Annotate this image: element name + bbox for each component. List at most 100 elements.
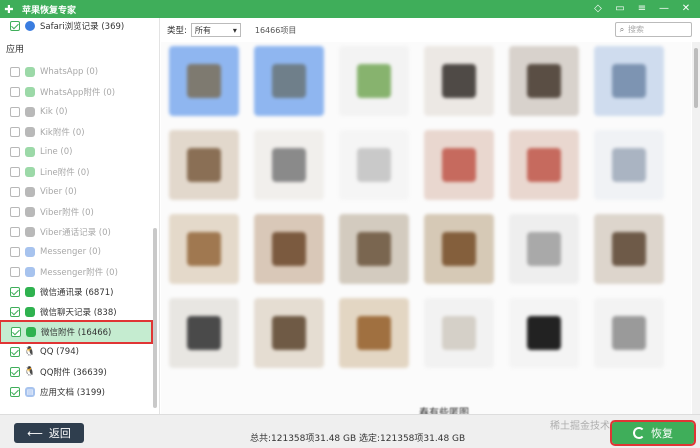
sidebar-item-label: 微信附件 (16466) <box>41 328 112 338</box>
thumbnail-image[interactable] <box>594 214 664 284</box>
sidebar-item-label: QQ (794) <box>40 347 79 357</box>
sidebar-item[interactable]: 微信附件 (16466) <box>0 320 153 344</box>
close-icon[interactable]: ✕ <box>680 0 692 18</box>
thumbnail-image[interactable] <box>424 46 494 116</box>
sidebar-item-label: Kik (0) <box>40 107 68 117</box>
checkbox[interactable] <box>11 327 21 337</box>
sidebar-item[interactable]: Line (0) <box>0 142 152 162</box>
sidebar-item[interactable]: Viber附件 (0) <box>0 202 152 222</box>
sidebar-item-label: 应用文档 (3199) <box>40 388 105 398</box>
sidebar-item[interactable]: 微信聊天记录 (838) <box>0 302 152 322</box>
feedback-icon[interactable]: ▭ <box>614 0 626 18</box>
checkbox[interactable] <box>10 247 20 257</box>
thumbnail-image[interactable] <box>594 298 664 368</box>
thumbnail-image[interactable] <box>594 46 664 116</box>
kik-icon <box>25 107 35 117</box>
sidebar-item[interactable]: WhatsApp (0) <box>0 62 152 82</box>
thumbnail-image[interactable] <box>254 298 324 368</box>
checkbox[interactable] <box>10 287 20 297</box>
wechat-icon <box>25 287 35 297</box>
footer-bar: ⟵ 返回 总共:121358项31.48 GB 选定:121358项31.48 … <box>0 414 700 448</box>
sidebar-item-label: Line附件 (0) <box>40 168 90 178</box>
checkbox[interactable] <box>10 67 20 77</box>
checkbox[interactable] <box>10 167 20 177</box>
sidebar-item[interactable]: Messenger (0) <box>0 242 152 262</box>
sidebar-item[interactable]: Kik (0) <box>0 102 152 122</box>
sidebar-item[interactable]: Viber通话记录 (0) <box>0 222 152 242</box>
thumbnail-image[interactable] <box>594 130 664 200</box>
checkbox[interactable] <box>10 307 20 317</box>
checkbox[interactable] <box>10 367 20 377</box>
back-button[interactable]: ⟵ 返回 <box>14 423 84 443</box>
sidebar-item[interactable]: Kik附件 (0) <box>0 122 152 142</box>
checkbox[interactable] <box>10 207 20 217</box>
qq-icon: 🐧 <box>24 347 36 357</box>
thumbnail-image[interactable] <box>254 214 324 284</box>
section-label-apps: 应用 <box>6 45 25 55</box>
messenger-icon <box>25 247 35 257</box>
thumbnail-image[interactable] <box>254 130 324 200</box>
minimize-icon[interactable]: — <box>658 0 670 18</box>
sidebar-item-label: Line (0) <box>40 147 73 157</box>
sidebar-item-label: Viber (0) <box>40 187 77 197</box>
checkbox[interactable] <box>10 21 20 31</box>
recover-button[interactable]: 恢复 <box>610 420 696 446</box>
checkbox[interactable] <box>10 187 20 197</box>
thumbnail-image[interactable] <box>169 130 239 200</box>
thumbnail-image[interactable] <box>509 130 579 200</box>
diamond-icon[interactable]: ◇ <box>592 0 604 18</box>
main-panel: 类型: 所有 ▾ 16466项目 ⌕ 搜索 春有些匿图 <box>161 18 700 419</box>
checkbox[interactable] <box>10 267 20 277</box>
checkbox[interactable] <box>10 347 20 357</box>
menu-icon[interactable]: ≡ <box>636 0 648 18</box>
window-controls: ◇ ▭ ≡ — ✕ <box>592 0 700 18</box>
filter-toolbar: 类型: 所有 ▾ 16466项目 ⌕ 搜索 <box>161 18 700 42</box>
sidebar-item[interactable]: Line附件 (0) <box>0 162 152 182</box>
checkbox[interactable] <box>10 387 20 397</box>
checkbox[interactable] <box>10 227 20 237</box>
sidebar-scrollbar[interactable] <box>153 228 157 408</box>
sidebar-item-safari-history[interactable]: Safari浏览记录 (369) <box>0 16 152 36</box>
thumbnail-image[interactable] <box>509 298 579 368</box>
checkbox[interactable] <box>10 87 20 97</box>
item-count: 16466项目 <box>254 25 297 35</box>
thumbnail-image[interactable] <box>339 46 409 116</box>
selection-summary: 总共:121358项31.48 GB 选定:121358项31.48 GB <box>250 434 466 444</box>
messenger-icon <box>25 267 35 277</box>
sidebar-item[interactable]: 微信通讯录 (6871) <box>0 282 152 302</box>
thumbnail-image[interactable] <box>339 130 409 200</box>
type-select[interactable]: 所有 ▾ <box>190 23 241 37</box>
sidebar-item-label: Viber附件 (0) <box>40 208 94 218</box>
checkbox[interactable] <box>10 127 20 137</box>
sidebar-item-label: Messenger (0) <box>40 247 101 257</box>
type-label: 类型: <box>167 26 187 36</box>
thumbnail-image[interactable] <box>424 214 494 284</box>
sidebar-item[interactable]: 🐧 QQ附件 (36639) <box>0 362 152 382</box>
sidebar-item[interactable]: Viber (0) <box>0 182 152 202</box>
grid-scrollbar[interactable] <box>692 42 700 414</box>
thumbnail-grid <box>161 42 691 414</box>
search-icon: ⌕ <box>619 24 625 34</box>
thumbnail-image[interactable] <box>509 214 579 284</box>
sidebar-item[interactable]: Messenger附件 (0) <box>0 262 152 282</box>
thumbnail-image[interactable] <box>339 298 409 368</box>
sidebar-item-label: 微信通讯录 (6871) <box>40 288 114 298</box>
thumbnail-image[interactable] <box>169 46 239 116</box>
thumbnail-image[interactable] <box>424 298 494 368</box>
sidebar-item[interactable]: WhatsApp附件 (0) <box>0 82 152 102</box>
sidebar-item[interactable]: ▤ 应用文档 (3199) <box>0 382 152 402</box>
sidebar-item-label: Messenger附件 (0) <box>40 268 118 278</box>
grid-scrollbar-thumb[interactable] <box>694 48 698 108</box>
search-input[interactable]: ⌕ 搜索 <box>615 22 692 37</box>
checkbox[interactable] <box>10 147 20 157</box>
thumbnail-image[interactable] <box>169 298 239 368</box>
checkbox[interactable] <box>10 107 20 117</box>
thumbnail-image[interactable] <box>509 46 579 116</box>
type-select-value: 所有 <box>194 25 211 35</box>
thumbnail-image[interactable] <box>169 214 239 284</box>
thumbnail-image[interactable] <box>254 46 324 116</box>
wechat-icon <box>26 327 36 337</box>
sidebar-item[interactable]: 🐧 QQ (794) <box>0 342 152 362</box>
thumbnail-image[interactable] <box>424 130 494 200</box>
thumbnail-image[interactable] <box>339 214 409 284</box>
